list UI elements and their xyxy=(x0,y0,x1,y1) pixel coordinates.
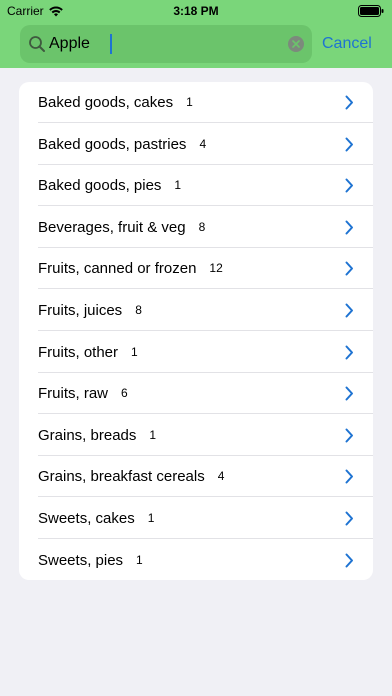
category-count: 1 xyxy=(149,427,157,442)
cancel-button[interactable]: Cancel xyxy=(322,34,372,54)
chevron-right-icon xyxy=(345,137,353,152)
category-name: Baked goods, pastries xyxy=(38,135,187,153)
category-name: Baked goods, cakes xyxy=(38,94,174,111)
category-name: Fruits, other xyxy=(38,343,119,361)
category-name: Grains, breads xyxy=(38,426,137,444)
search-input[interactable]: Apple xyxy=(49,35,90,53)
clear-search-icon[interactable] xyxy=(288,36,304,52)
search-field[interactable]: Apple xyxy=(20,25,312,63)
list-item[interactable]: Baked goods, pies 1 xyxy=(19,165,373,207)
category-name: Beverages, fruit & veg xyxy=(38,218,186,236)
category-count: 4 xyxy=(217,469,225,484)
category-count: 8 xyxy=(198,219,206,234)
category-count: 1 xyxy=(186,95,193,109)
chevron-right-icon xyxy=(345,95,353,110)
category-count: 1 xyxy=(174,178,182,193)
list-item[interactable]: Sweets, cakes 1 xyxy=(19,498,373,539)
category-count: 1 xyxy=(147,511,155,525)
category-label: Fruits, juices 8 xyxy=(38,302,142,320)
list-item[interactable]: Fruits, canned or frozen 12 xyxy=(19,248,373,290)
chevron-right-icon xyxy=(345,303,353,318)
list-item[interactable]: Grains, breads 1 xyxy=(19,415,373,456)
search-icon xyxy=(29,36,45,52)
list-item[interactable]: Sweets, pies 1 xyxy=(19,540,373,580)
category-label: Fruits, canned or frozen 12 xyxy=(38,260,223,278)
category-label: Grains, breakfast cereals 4 xyxy=(38,468,224,486)
battery-icon xyxy=(358,5,384,17)
chevron-right-icon xyxy=(345,553,353,568)
category-name: Fruits, canned or frozen xyxy=(38,260,197,278)
category-label: Fruits, raw 6 xyxy=(38,385,128,403)
chevron-right-icon xyxy=(345,220,353,235)
category-label: Baked goods, cakes 1 xyxy=(38,94,193,112)
category-name: Grains, breakfast cereals xyxy=(38,468,205,486)
category-name: Sweets, cakes xyxy=(38,510,135,527)
category-label: Sweets, cakes 1 xyxy=(38,510,154,528)
category-label: Baked goods, pastries 4 xyxy=(38,136,206,154)
status-time: 3:18 PM xyxy=(173,4,219,18)
search-bar: Apple Cancel xyxy=(0,25,392,63)
category-label: Beverages, fruit & veg 8 xyxy=(38,219,205,237)
search-header: Carrier 3:18 PM Apple Cancel xyxy=(0,0,392,68)
list-item[interactable]: Baked goods, cakes 1 xyxy=(19,82,373,123)
chevron-right-icon xyxy=(345,386,353,401)
chevron-right-icon xyxy=(345,511,353,526)
category-count: 8 xyxy=(135,303,142,317)
category-label: Sweets, pies 1 xyxy=(38,552,143,570)
text-cursor xyxy=(110,34,112,54)
list-item[interactable]: Fruits, raw 6 xyxy=(19,373,373,415)
chevron-right-icon xyxy=(345,345,353,360)
chevron-right-icon xyxy=(345,178,353,193)
category-label: Fruits, other 1 xyxy=(38,344,138,362)
category-label: Grains, breads 1 xyxy=(38,427,156,445)
results-list: Baked goods, cakes 1 Baked goods, pastries… xyxy=(19,82,373,580)
close-icon xyxy=(292,40,300,48)
chevron-right-icon xyxy=(345,261,353,276)
list-item[interactable]: Beverages, fruit & veg 8 xyxy=(19,207,373,248)
list-item[interactable]: Grains, breakfast cereals 4 xyxy=(19,456,373,498)
chevron-right-icon xyxy=(345,469,353,484)
category-label: Baked goods, pies 1 xyxy=(38,177,181,195)
category-name: Fruits, juices xyxy=(38,302,123,319)
category-count: 4 xyxy=(199,136,207,151)
category-name: Baked goods, pies xyxy=(38,177,162,195)
status-bar: Carrier 3:18 PM xyxy=(0,0,392,22)
list-item[interactable]: Baked goods, pastries 4 xyxy=(19,124,373,165)
list-item[interactable]: Fruits, other 1 xyxy=(19,332,373,373)
category-name: Sweets, pies xyxy=(38,551,124,569)
chevron-right-icon xyxy=(345,428,353,443)
category-count: 1 xyxy=(136,552,143,567)
category-count: 1 xyxy=(131,344,138,359)
category-count: 12 xyxy=(209,261,223,276)
category-count: 6 xyxy=(121,386,128,401)
list-item[interactable]: Fruits, juices 8 xyxy=(19,290,373,331)
category-name: Fruits, raw xyxy=(38,385,109,403)
